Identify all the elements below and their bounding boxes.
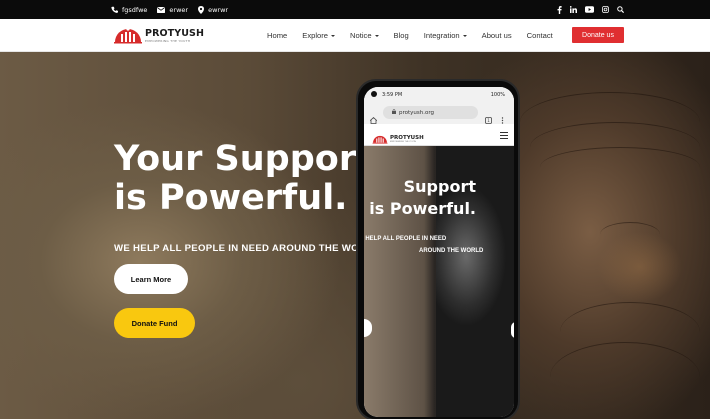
hero-section	[0, 52, 710, 419]
logo-emblem-icon	[113, 24, 143, 48]
phone-learn-more-button	[364, 319, 372, 337]
phone-site-header: PROTYUSH EMPOWERING THE YOUTH	[364, 124, 514, 146]
hero-headline-line-1: Your Support	[114, 139, 373, 179]
phone-icon	[111, 6, 118, 13]
nav-item-about-us[interactable]: About us	[482, 31, 512, 40]
nav-item-integration[interactable]: Integration	[424, 31, 467, 40]
email-contact[interactable]: erwer	[157, 6, 188, 14]
facebook-icon[interactable]	[557, 5, 562, 14]
nav-item-label: Explore	[302, 31, 329, 40]
hamburger-menu-icon	[500, 132, 508, 139]
hero-subheading: WE HELP ALL PEOPLE IN NEED AROUND THE WO…	[114, 243, 380, 254]
hero-headline: Your Support is Powerful.	[114, 140, 373, 218]
nav-item-label: About us	[481, 31, 512, 40]
search-icon[interactable]	[617, 6, 624, 13]
nav-item-label: Notice	[350, 31, 372, 40]
youtube-icon[interactable]	[585, 6, 594, 13]
nav-item-explore[interactable]: Explore	[302, 31, 336, 40]
nav-item-blog[interactable]: Blog	[394, 31, 409, 40]
brand-tagline: EMPOWERING THE YOUTH	[145, 39, 191, 43]
phone-battery: 100%	[490, 92, 505, 98]
nav-item-notice[interactable]: Notice	[350, 31, 379, 40]
map-pin-icon	[198, 5, 205, 14]
phone-contact[interactable]: fgsdfwe	[111, 6, 147, 14]
nav-item-label: Home	[267, 31, 288, 40]
email-text: erwer	[169, 5, 189, 14]
nav-item-home[interactable]: Home	[267, 31, 287, 40]
site-logo[interactable]: PROTYUSH EMPOWERING THE YOUTH	[113, 24, 204, 48]
chevron-down-icon	[462, 34, 467, 37]
phone-time: 3:59 PM	[382, 92, 403, 98]
chevron-down-icon	[331, 34, 336, 37]
phone-browser-bar: protyush.org 1	[364, 101, 514, 124]
camera-icon	[371, 91, 377, 97]
contact-info: fgsdfwe erwer ewrwr	[111, 0, 228, 19]
phone-hero-sub-line-2: AROUND THE WORLD	[419, 248, 484, 254]
location-contact[interactable]: ewrwr	[198, 5, 229, 14]
hero-headline-line-2: is Powerful.	[114, 178, 348, 218]
phone-brand-tagline: EMPOWERING THE YOUTH	[390, 140, 417, 143]
phone-hero: Support is Powerful. WE HELP ALL PEOPLE …	[364, 146, 514, 417]
top-bar: fgsdfwe erwer ewrwr	[0, 0, 710, 19]
nav-item-label: Integration	[423, 31, 460, 40]
phone-hero-subheading: WE HELP ALL PEOPLE IN NEED AROUND THE WO…	[364, 233, 483, 257]
chevron-down-icon	[374, 34, 379, 37]
instagram-icon[interactable]	[602, 6, 609, 13]
phone-brand-name: PROTYUSH	[390, 134, 424, 141]
phone-hero-sub-line-1: WE HELP ALL PEOPLE IN NEED	[364, 236, 447, 242]
nav-menu: Home Explore Notice Blog Integration Abo…	[267, 19, 568, 52]
donate-us-button[interactable]: Donate us	[572, 27, 624, 43]
brand-name: PROTYUSH	[145, 28, 205, 39]
phone-url-field[interactable]: protyush.org	[383, 106, 478, 119]
phone-text: fgsdfwe	[122, 5, 148, 14]
phone-mockup: 3:59 PM 100% protyush.org 1 PROTYUSH EMP…	[356, 79, 520, 419]
nav-item-label: Contact	[526, 31, 553, 40]
phone-button-edge	[511, 322, 514, 338]
lock-icon	[392, 109, 396, 116]
linkedin-icon[interactable]	[570, 6, 577, 13]
nav-item-contact[interactable]: Contact	[527, 31, 553, 40]
learn-more-button[interactable]: Learn More	[114, 264, 188, 294]
phone-hero-headline: Support is Powerful.	[364, 176, 506, 220]
main-navbar: PROTYUSH EMPOWERING THE YOUTH Home Explo…	[0, 19, 710, 52]
donate-fund-button[interactable]: Donate Fund	[114, 308, 195, 338]
phone-url-text: protyush.org	[399, 109, 435, 116]
phone-hero-headline-line-2: is Powerful.	[369, 199, 476, 218]
phone-hero-headline-line-1: Support	[403, 177, 476, 196]
location-text: ewrwr	[208, 5, 229, 14]
phone-status-bar: 3:59 PM 100%	[364, 87, 514, 101]
nav-item-label: Blog	[393, 31, 409, 40]
phone-screen: 3:59 PM 100% protyush.org 1 PROTYUSH EMP…	[364, 87, 514, 417]
social-links	[557, 0, 624, 19]
envelope-icon	[157, 6, 166, 13]
svg-text:1: 1	[487, 118, 490, 123]
